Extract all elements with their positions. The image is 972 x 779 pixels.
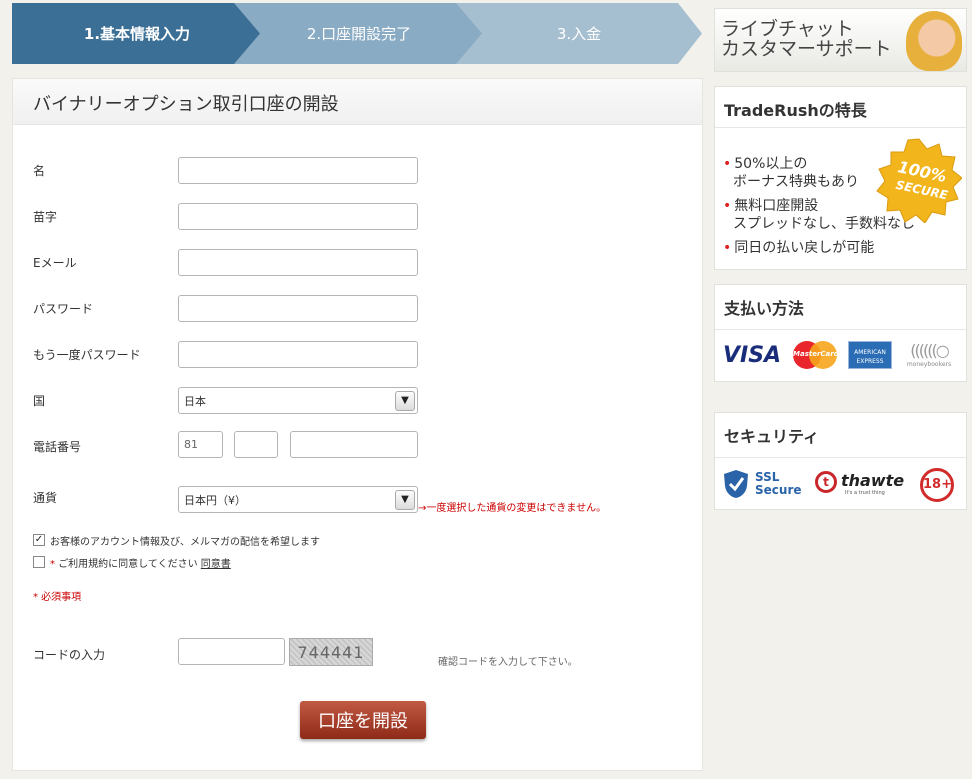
- step-label: 3.入金: [556, 25, 602, 43]
- payment-title: 支払い方法: [724, 299, 805, 318]
- open-account-button[interactable]: 口座を開設: [300, 701, 426, 739]
- step-label: 1.基本情報入力: [83, 25, 191, 43]
- step-label: 2.口座開設完了: [306, 25, 412, 43]
- security-box: セキュリティ SSL Secure t thawte It's a trust …: [714, 412, 967, 510]
- features-title: TradeRushの特長: [724, 101, 867, 120]
- newsletter-label: お客様のアカウント情報及び、メルマガの配信を希望します: [50, 537, 320, 548]
- secure-badge-icon: 100% SECURE: [876, 138, 962, 223]
- progress-steps: 1.基本情報入力 2.口座開設完了 3.入金: [12, 3, 702, 64]
- thawte-icon: t: [815, 471, 837, 493]
- security-title: セキュリティ: [724, 427, 820, 446]
- live-chat-text: ライブチャット カスタマーサポート: [721, 19, 892, 59]
- ssl-line2: Secure: [755, 483, 802, 497]
- registration-panel: バイナリーオプション取引口座の開設 名 苗字 Eメール パスワード もう一度パス…: [12, 78, 703, 771]
- currency-warning: →一度選択した通貨の変更はできません。: [418, 499, 606, 514]
- feature-line: 50%以上の: [734, 156, 808, 172]
- last-name-label: 苗字: [33, 210, 58, 224]
- phone-country-code-input[interactable]: 81: [178, 431, 223, 458]
- amex-line1: AMERICAN: [854, 349, 886, 356]
- form-title: バイナリーオプション取引口座の開設: [13, 79, 702, 125]
- terms-checkbox[interactable]: [33, 556, 45, 568]
- mastercard-logo: MasterCard: [793, 341, 839, 369]
- feature-line: 同日の払い戻しが可能: [734, 240, 875, 256]
- mastercard-text: MasterCard: [793, 350, 839, 358]
- currency-select[interactable]: 日本円（¥） ▼: [178, 486, 418, 513]
- code-hint: 確認コードを入力して下さい。: [438, 657, 578, 668]
- step-deposit: 3.入金: [456, 3, 702, 64]
- age-18-plus-icon: 18+: [920, 468, 954, 502]
- amex-logo: AMERICAN EXPRESS: [848, 341, 892, 369]
- chevron-down-icon: ▼: [395, 489, 415, 510]
- phone-number-input[interactable]: [290, 431, 418, 458]
- thawte-text: thawte: [841, 471, 905, 490]
- required-note: * 必須事項: [33, 592, 82, 603]
- phone-area-input[interactable]: [234, 431, 278, 458]
- shield-icon: [724, 470, 748, 498]
- live-chat-line1: ライブチャット: [721, 18, 854, 40]
- support-agent-avatar: [906, 11, 962, 71]
- terms-label: ご利用規約に同意してください: [58, 559, 198, 570]
- required-asterisk: *: [50, 559, 55, 570]
- currency-value: 日本円（¥）: [184, 493, 246, 507]
- email-input[interactable]: [178, 249, 418, 276]
- moneybookers-icon: ((((((○: [910, 341, 949, 360]
- bullet-icon: •: [723, 240, 732, 256]
- feature-line: 無料口座開設: [734, 198, 819, 214]
- thawte-tagline: It's a trust thing: [845, 490, 885, 496]
- amex-line2: EXPRESS: [856, 358, 884, 365]
- password-label: パスワード: [33, 302, 94, 316]
- live-chat-banner[interactable]: ライブチャット カスタマーサポート: [714, 8, 967, 72]
- code-input[interactable]: [178, 638, 285, 665]
- bullet-icon: •: [723, 198, 732, 214]
- currency-warning-text: 一度選択した通貨の変更はできません。: [426, 503, 607, 514]
- payment-methods-box: 支払い方法 VISA MasterCard AMERICAN EXPRESS (…: [714, 284, 967, 382]
- captcha-image: 744441: [289, 638, 373, 666]
- moneybookers-logo: ((((((○ moneybookers: [904, 341, 954, 371]
- country-select[interactable]: 日本 ▼: [178, 387, 418, 414]
- password-confirm-input[interactable]: [178, 341, 418, 368]
- chevron-down-icon: ▼: [395, 390, 415, 411]
- step-basic-info: 1.基本情報入力: [12, 3, 262, 64]
- newsletter-checkbox[interactable]: ✓: [33, 534, 45, 546]
- ssl-secure-logo: SSL Secure: [723, 469, 803, 501]
- feature-item: • 同日の払い戻しが可能: [723, 239, 874, 257]
- first-name-label: 名: [33, 164, 46, 178]
- last-name-input[interactable]: [178, 203, 418, 230]
- thawte-logo: t thawte It's a trust thing: [815, 471, 905, 499]
- features-box: TradeRushの特長 • 50%以上の ボーナス特典もあり • 無料口座開設 ス…: [714, 86, 967, 270]
- country-value: 日本: [184, 394, 206, 408]
- feature-line: ボーナス特典もあり: [733, 174, 859, 190]
- bullet-icon: •: [723, 156, 732, 172]
- feature-item: • 50%以上の ボーナス特典もあり: [723, 155, 859, 191]
- email-label: Eメール: [33, 256, 77, 270]
- terms-row: * ご利用規約に同意してください 同意書: [50, 555, 231, 570]
- live-chat-line2: カスタマーサポート: [721, 38, 892, 60]
- password-confirm-label: もう一度パスワード: [33, 348, 141, 362]
- password-input[interactable]: [178, 295, 418, 322]
- phone-label: 電話番号: [33, 440, 82, 454]
- first-name-input[interactable]: [178, 157, 418, 184]
- code-label: コードの入力: [33, 648, 106, 662]
- country-label: 国: [33, 394, 46, 408]
- moneybookers-text: moneybookers: [906, 361, 952, 368]
- terms-agreement-link[interactable]: 同意書: [201, 559, 231, 570]
- step-account-complete: 2.口座開設完了: [234, 3, 484, 64]
- currency-label: 通貨: [33, 491, 58, 505]
- visa-logo: VISA: [723, 343, 782, 368]
